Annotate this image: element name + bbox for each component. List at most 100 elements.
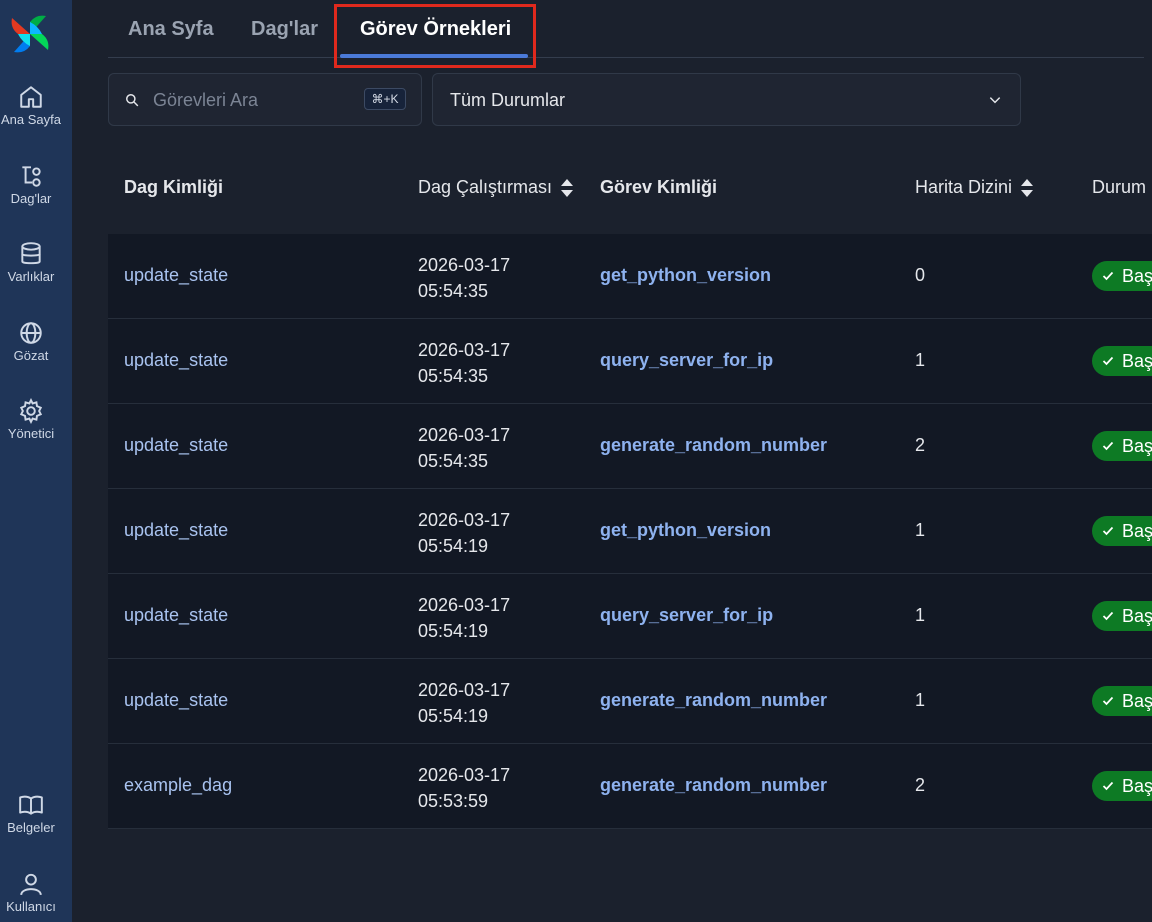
status-badge[interactable]: Baş: [1092, 261, 1152, 291]
sidebar-item-label: Ana Sayfa: [1, 112, 61, 127]
table-row: update_state 2026-03-17 05:54:35 generate…: [108, 404, 1152, 489]
map-index-cell: 1: [915, 605, 926, 625]
sort-icon[interactable]: [1020, 178, 1034, 198]
check-icon: [1102, 781, 1114, 791]
map-index-cell: 1: [915, 520, 926, 540]
run-date: 2026-03-17: [418, 765, 511, 785]
task-id-link[interactable]: get_python_version: [600, 265, 771, 286]
dag-run-cell[interactable]: 2026-03-17 05:54:19: [418, 677, 510, 729]
map-index-cell: 2: [915, 435, 926, 455]
dag-run-cell[interactable]: 2026-03-17 05:54:35: [418, 252, 510, 304]
run-time: 05:54:35: [418, 451, 489, 471]
check-icon: [1102, 696, 1114, 706]
status-label: Baş: [1122, 266, 1152, 286]
table-row: update_state 2026-03-17 05:54:19 get_pyth…: [108, 489, 1152, 574]
book-icon: [19, 795, 43, 815]
dag-id-link[interactable]: update_state: [124, 605, 228, 626]
status-label: Baş: [1122, 776, 1152, 796]
run-date: 2026-03-17: [418, 510, 511, 530]
dag-run-cell[interactable]: 2026-03-17 05:54:35: [418, 337, 510, 389]
status-label: Baş: [1122, 436, 1152, 456]
table-row: update_state 2026-03-17 05:54:35 query_se…: [108, 319, 1152, 404]
map-index-cell: 1: [915, 350, 926, 370]
run-date: 2026-03-17: [418, 340, 511, 360]
status-badge[interactable]: Baş: [1092, 686, 1152, 716]
status-label: Baş: [1122, 351, 1152, 371]
run-time: 05:54:35: [418, 281, 489, 301]
sidebar-item-label: Gözat: [13, 348, 49, 363]
task-id-link[interactable]: generate_random_number: [600, 435, 827, 456]
check-icon: [1102, 441, 1114, 451]
airflow-logo[interactable]: [8, 12, 52, 56]
search-input[interactable]: [153, 88, 353, 112]
dag-run-cell[interactable]: 2026-03-17 05:53:59: [418, 762, 510, 814]
run-time: 05:54:19: [418, 621, 489, 641]
shortcut-badge: ⌘+K: [364, 88, 406, 110]
run-time: 05:53:59: [418, 791, 489, 811]
column-header-dag-run[interactable]: Dag Çalıştırması: [418, 177, 574, 198]
status-label: Baş: [1122, 691, 1152, 711]
map-index-cell: 2: [915, 775, 926, 795]
table-row: update_state 2026-03-17 05:54:35 get_pyth…: [108, 234, 1152, 319]
task-id-link[interactable]: get_python_version: [600, 520, 771, 541]
status-badge[interactable]: Baş: [1092, 516, 1152, 546]
check-icon: [1102, 526, 1114, 536]
sidebar-item-label: Belgeler: [7, 820, 55, 835]
dag-id-link[interactable]: example_dag: [124, 775, 232, 796]
tab-home[interactable]: Ana Syfa: [128, 18, 214, 41]
tab-task-instances[interactable]: Görev Örnekleri: [360, 18, 511, 41]
task-id-link[interactable]: query_server_for_ip: [600, 350, 773, 371]
dag-icon: [22, 166, 41, 187]
check-icon: [1102, 611, 1114, 621]
column-header-dag-id: Dag Kimliği: [124, 177, 224, 197]
sidebar-item-dags[interactable]: Dag'lar: [0, 163, 62, 206]
sidebar-item-home[interactable]: Ana Sayfa: [0, 84, 62, 127]
sidebar-item-admin[interactable]: Yönetici: [0, 398, 62, 441]
dag-id-link[interactable]: update_state: [124, 265, 228, 286]
dag-id-link[interactable]: update_state: [124, 350, 228, 371]
table-body: update_state 2026-03-17 05:54:35 get_pyth…: [108, 234, 1152, 829]
active-tab-indicator: [340, 54, 528, 58]
status-badge[interactable]: Baş: [1092, 771, 1152, 801]
column-header-map-index[interactable]: Harita Dizini: [915, 177, 1034, 198]
dag-run-cell[interactable]: 2026-03-17 05:54:35: [418, 422, 510, 474]
map-index-cell: 0: [915, 265, 926, 285]
status-filter-select[interactable]: Tüm Durumlar: [432, 73, 1021, 126]
sidebar-item-assets[interactable]: Varlıklar: [0, 241, 62, 284]
dag-id-link[interactable]: update_state: [124, 435, 228, 456]
dag-id-link[interactable]: update_state: [124, 520, 228, 541]
run-time: 05:54:35: [418, 366, 489, 386]
status-badge[interactable]: Baş: [1092, 601, 1152, 631]
status-filter-value: Tüm Durumlar: [450, 90, 566, 110]
dag-run-cell[interactable]: 2026-03-17 05:54:19: [418, 592, 510, 644]
column-header-task-id: Görev Kimliği: [600, 177, 718, 197]
run-date: 2026-03-17: [418, 595, 511, 615]
check-icon: [1102, 271, 1114, 281]
search-icon: [126, 94, 139, 107]
dag-id-link[interactable]: update_state: [124, 690, 228, 711]
gear-icon: [19, 398, 43, 424]
task-id-link[interactable]: generate_random_number: [600, 690, 827, 711]
sidebar-item-docs[interactable]: Belgeler: [0, 792, 62, 835]
sidebar-item-user[interactable]: Kullanıcı: [0, 871, 62, 914]
table-row: example_dag 2026-03-17 05:53:59 generate_…: [108, 744, 1152, 829]
status-badge[interactable]: Baş: [1092, 346, 1152, 376]
table-row: update_state 2026-03-17 05:54:19 query_se…: [108, 574, 1152, 659]
sidebar-item-browse[interactable]: Gözat: [0, 320, 62, 363]
sidebar-item-label: Varlıklar: [7, 269, 55, 284]
column-header-state: Durum: [1092, 177, 1147, 197]
task-id-link[interactable]: generate_random_number: [600, 775, 827, 796]
column-header-label: Harita Dizini: [915, 177, 1013, 197]
table-header: Dag Kimliği Dag Çalıştırması Görev Kimli…: [108, 152, 1152, 222]
task-id-link[interactable]: query_server_for_ip: [600, 605, 773, 626]
sidebar-item-label: Kullanıcı: [6, 899, 56, 914]
dag-run-cell[interactable]: 2026-03-17 05:54:19: [418, 507, 510, 559]
database-icon: [21, 242, 41, 265]
sort-icon[interactable]: [560, 178, 574, 198]
run-time: 05:54:19: [418, 536, 489, 556]
chevron-down-icon: [989, 97, 1001, 104]
status-badge[interactable]: Baş: [1092, 431, 1152, 461]
globe-icon: [20, 322, 42, 344]
tab-dags[interactable]: Dag'lar: [251, 18, 318, 41]
map-index-cell: 1: [915, 690, 926, 710]
